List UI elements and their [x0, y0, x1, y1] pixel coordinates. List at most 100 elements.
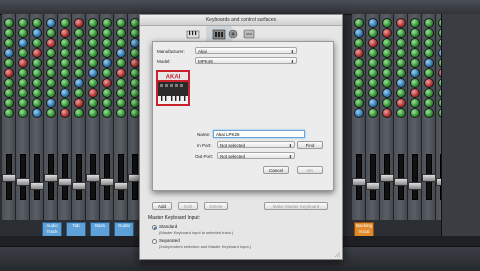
- knob-control[interactable]: [116, 48, 126, 58]
- knob-control[interactable]: [424, 68, 434, 78]
- knob-control[interactable]: [396, 48, 406, 58]
- knob-control[interactable]: [382, 58, 392, 68]
- knob-control[interactable]: [382, 48, 392, 58]
- channel-fader-handle[interactable]: [58, 178, 72, 186]
- knob-control[interactable]: [88, 88, 98, 98]
- knob-control[interactable]: [396, 28, 406, 38]
- knob-control[interactable]: [424, 78, 434, 88]
- knob-control[interactable]: [60, 78, 70, 88]
- knob-control[interactable]: [368, 98, 378, 108]
- knob-control[interactable]: [32, 98, 42, 108]
- knob-control[interactable]: [60, 98, 70, 108]
- knob-control[interactable]: [382, 78, 392, 88]
- knob-control[interactable]: [396, 88, 406, 98]
- knob-control[interactable]: [102, 98, 112, 108]
- channel-fader-handle[interactable]: [72, 182, 86, 190]
- knob-control[interactable]: [396, 108, 406, 118]
- add-button[interactable]: Add: [152, 202, 172, 210]
- knob-control[interactable]: [102, 18, 112, 28]
- knob-control[interactable]: [396, 38, 406, 48]
- knob-control[interactable]: [410, 98, 420, 108]
- manufacturer-select[interactable]: Akai ⬍: [195, 47, 297, 54]
- knob-control[interactable]: [4, 78, 14, 88]
- knob-control[interactable]: [60, 48, 70, 58]
- channel-fader-handle[interactable]: [380, 174, 394, 182]
- knob-control[interactable]: [4, 28, 14, 38]
- cancel-button[interactable]: Cancel: [263, 166, 289, 174]
- knob-control[interactable]: [354, 28, 364, 38]
- channel-fader-handle[interactable]: [2, 174, 16, 182]
- knob-control[interactable]: [88, 48, 98, 58]
- knob-control[interactable]: [382, 98, 392, 108]
- knob-control[interactable]: [424, 98, 434, 108]
- knob-control[interactable]: [88, 18, 98, 28]
- in-port-select[interactable]: Not selected ⬍: [217, 141, 295, 148]
- separated-radio[interactable]: [152, 239, 157, 244]
- knob-control[interactable]: [424, 58, 434, 68]
- knob-control[interactable]: [60, 88, 70, 98]
- knob-control[interactable]: [410, 58, 420, 68]
- knob-control[interactable]: [88, 58, 98, 68]
- knob-control[interactable]: [32, 78, 42, 88]
- knob-control[interactable]: [102, 108, 112, 118]
- channel-fader-handle[interactable]: [352, 178, 366, 186]
- knob-control[interactable]: [382, 38, 392, 48]
- edit-button[interactable]: Edit: [178, 202, 198, 210]
- knob-control[interactable]: [74, 38, 84, 48]
- knob-control[interactable]: [4, 88, 14, 98]
- knob-control[interactable]: [116, 58, 126, 68]
- knob-control[interactable]: [396, 98, 406, 108]
- knob-control[interactable]: [46, 38, 56, 48]
- knob-control[interactable]: [116, 78, 126, 88]
- knob-control[interactable]: [18, 108, 28, 118]
- knob-control[interactable]: [382, 28, 392, 38]
- knob-control[interactable]: [382, 88, 392, 98]
- knob-control[interactable]: [60, 108, 70, 118]
- knob-control[interactable]: [32, 48, 42, 58]
- knob-control[interactable]: [4, 18, 14, 28]
- knob-control[interactable]: [116, 68, 126, 78]
- knob-control[interactable]: [116, 38, 126, 48]
- knob-control[interactable]: [102, 88, 112, 98]
- knob-control[interactable]: [354, 18, 364, 28]
- knob-control[interactable]: [74, 58, 84, 68]
- knob-control[interactable]: [424, 88, 434, 98]
- knob-control[interactable]: [32, 88, 42, 98]
- knob-control[interactable]: [32, 68, 42, 78]
- knob-control[interactable]: [410, 28, 420, 38]
- make-master-keyboard-button[interactable]: Make Master Keyboard: [264, 202, 328, 210]
- knob-control[interactable]: [354, 98, 364, 108]
- knob-control[interactable]: [4, 98, 14, 108]
- knob-control[interactable]: [396, 18, 406, 28]
- knob-control[interactable]: [88, 98, 98, 108]
- knob-control[interactable]: [354, 108, 364, 118]
- knob-control[interactable]: [382, 68, 392, 78]
- knob-control[interactable]: [102, 68, 112, 78]
- knob-control[interactable]: [18, 18, 28, 28]
- knob-control[interactable]: [4, 58, 14, 68]
- delete-button[interactable]: Delete: [204, 202, 228, 210]
- knob-control[interactable]: [32, 108, 42, 118]
- channel-fader-handle[interactable]: [44, 174, 58, 182]
- knob-control[interactable]: [116, 108, 126, 118]
- knob-control[interactable]: [382, 18, 392, 28]
- knob-control[interactable]: [368, 68, 378, 78]
- knob-control[interactable]: [102, 48, 112, 58]
- channel-fader-handle[interactable]: [394, 178, 408, 186]
- channel-fader-handle[interactable]: [366, 182, 380, 190]
- knob-control[interactable]: [74, 88, 84, 98]
- knob-control[interactable]: [18, 98, 28, 108]
- knob-control[interactable]: [354, 38, 364, 48]
- knob-control[interactable]: [88, 38, 98, 48]
- knob-control[interactable]: [116, 98, 126, 108]
- knob-control[interactable]: [32, 18, 42, 28]
- channel-fader-handle[interactable]: [16, 178, 30, 186]
- knob-control[interactable]: [18, 68, 28, 78]
- knob-control[interactable]: [410, 78, 420, 88]
- knob-control[interactable]: [46, 108, 56, 118]
- knob-control[interactable]: [32, 58, 42, 68]
- knob-control[interactable]: [46, 28, 56, 38]
- knob-control[interactable]: [410, 108, 420, 118]
- knob-control[interactable]: [32, 28, 42, 38]
- knob-control[interactable]: [424, 18, 434, 28]
